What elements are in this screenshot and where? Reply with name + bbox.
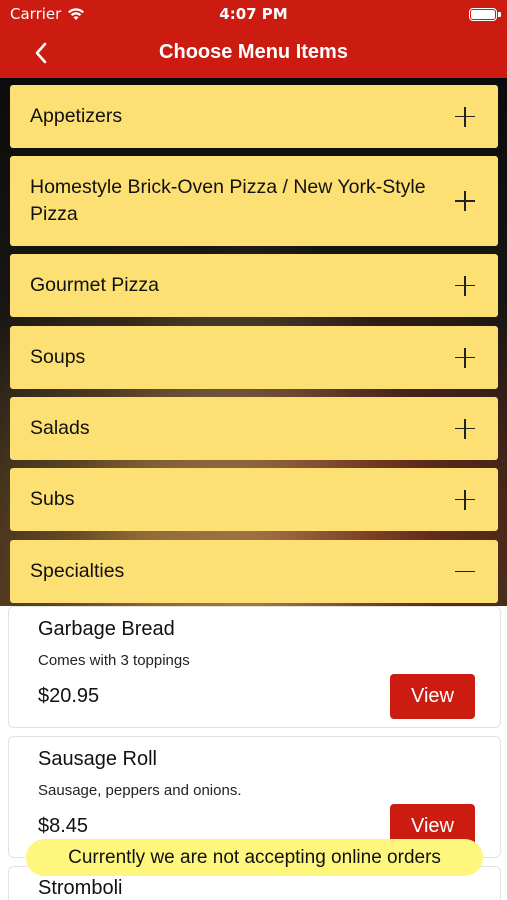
category-label: Salads (30, 417, 90, 439)
category-homestyle-pizza[interactable]: Homestyle Brick-Oven Pizza / New York-St… (10, 156, 498, 246)
ordering-unavailable-banner: Currently we are not accepting online or… (26, 839, 483, 876)
minus-icon (454, 561, 476, 583)
item-description: Sausage, peppers and onions. (38, 782, 242, 799)
plus-icon (454, 489, 476, 511)
navigation-bar: Choose Menu Items (0, 28, 507, 78)
battery-icon (469, 8, 497, 21)
category-label: Gourmet Pizza (30, 274, 159, 296)
view-button[interactable]: View (390, 674, 475, 719)
status-bar: Carrier 4:07 PM (0, 0, 507, 28)
item-description: Comes with 3 toppings (38, 652, 190, 669)
page-title: Choose Menu Items (159, 41, 348, 63)
plus-icon (454, 106, 476, 128)
item-name: Stromboli (38, 877, 123, 899)
plus-icon (454, 190, 476, 212)
category-label: Appetizers (30, 105, 123, 127)
plus-icon (454, 418, 476, 440)
category-label: Soups (30, 346, 86, 368)
category-label: Homestyle Brick-Oven Pizza / New York-St… (30, 176, 426, 225)
item-price: $20.95 (38, 685, 100, 707)
item-price: $8.45 (38, 815, 89, 837)
status-time: 4:07 PM (219, 5, 288, 23)
item-name: Garbage Bread (38, 618, 175, 640)
item-name: Sausage Roll (38, 748, 157, 770)
category-salads[interactable]: Salads (10, 397, 498, 460)
plus-icon (454, 347, 476, 369)
plus-icon (454, 275, 476, 297)
category-appetizers[interactable]: Appetizers (10, 85, 498, 148)
category-label: Subs (30, 488, 75, 510)
category-subs[interactable]: Subs (10, 468, 498, 531)
menu-item-card: Garbage Bread Comes with 3 toppings $20.… (8, 606, 501, 728)
category-label: Specialties (30, 560, 125, 582)
category-soups[interactable]: Soups (10, 326, 498, 389)
battery-tip (498, 12, 501, 17)
category-gourmet-pizza[interactable]: Gourmet Pizza (10, 254, 498, 317)
category-specialties[interactable]: Specialties (10, 540, 498, 603)
